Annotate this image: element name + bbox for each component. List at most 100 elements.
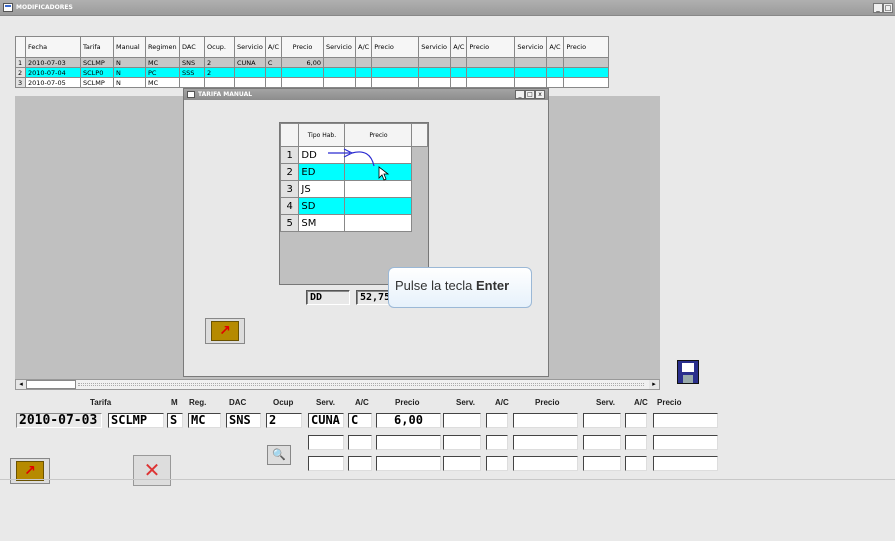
table-cell[interactable] bbox=[264, 67, 283, 78]
tipo-hab-cell[interactable]: SD bbox=[298, 197, 346, 215]
dialog-maximize-button[interactable]: □ bbox=[525, 90, 535, 99]
table-cell[interactable]: SCLMP bbox=[80, 57, 114, 68]
precio-input[interactable] bbox=[653, 456, 718, 471]
table-cell[interactable] bbox=[466, 77, 516, 88]
table-cell[interactable] bbox=[563, 67, 610, 78]
table-cell[interactable] bbox=[354, 77, 373, 88]
ac-input[interactable] bbox=[348, 456, 372, 471]
precio-input[interactable]: 6,00 bbox=[376, 413, 441, 428]
header-precio[interactable]: Precio bbox=[281, 36, 324, 58]
header-ocup[interactable]: Ocup. bbox=[204, 36, 235, 58]
ac-input[interactable]: C bbox=[348, 413, 372, 428]
dialog-close-button[interactable]: x bbox=[535, 90, 545, 99]
header-regimen[interactable]: Regimen bbox=[145, 36, 180, 58]
table-cell[interactable] bbox=[563, 77, 610, 88]
precio-input[interactable] bbox=[653, 435, 718, 450]
ac-input[interactable] bbox=[486, 413, 508, 428]
table-cell[interactable]: 2 bbox=[204, 57, 235, 68]
table-cell[interactable] bbox=[546, 57, 565, 68]
servicio-input[interactable] bbox=[308, 456, 344, 471]
table-cell[interactable]: SNS bbox=[179, 57, 205, 68]
table-cell[interactable] bbox=[450, 57, 468, 68]
table-cell[interactable] bbox=[418, 77, 452, 88]
table-cell[interactable]: 2 bbox=[204, 67, 235, 78]
regimen-input[interactable]: MC bbox=[188, 413, 221, 428]
table-cell[interactable] bbox=[514, 67, 548, 78]
table-cell[interactable] bbox=[354, 57, 373, 68]
header-servicio[interactable]: Servicio bbox=[234, 36, 266, 58]
precio-input[interactable] bbox=[513, 413, 578, 428]
servicio-input[interactable]: CUNA bbox=[308, 413, 344, 428]
header-ac[interactable]: A/C bbox=[546, 36, 565, 58]
table-cell[interactable] bbox=[546, 77, 565, 88]
maximize-button[interactable]: □ bbox=[883, 3, 893, 13]
table-row[interactable]: 3 2010-07-05 SCLMP N MC bbox=[15, 77, 610, 88]
scroll-track[interactable] bbox=[78, 383, 644, 386]
scroll-right-arrow-icon[interactable]: ▸ bbox=[649, 380, 659, 389]
dialog-exit-button[interactable]: ↗ bbox=[205, 318, 245, 344]
horizontal-scrollbar[interactable]: ◂ ▸ bbox=[15, 379, 660, 390]
room-rate-row[interactable]: 4 SD bbox=[279, 197, 428, 215]
header-tarifa[interactable]: Tarifa bbox=[80, 36, 114, 58]
table-cell[interactable] bbox=[234, 67, 266, 78]
ac-input[interactable] bbox=[625, 413, 647, 428]
table-cell[interactable]: C bbox=[264, 57, 283, 68]
table-cell[interactable] bbox=[204, 77, 235, 88]
precio-input[interactable] bbox=[513, 456, 578, 471]
manual-input[interactable]: S bbox=[167, 413, 183, 428]
table-cell[interactable] bbox=[281, 67, 324, 78]
table-cell[interactable] bbox=[371, 77, 420, 88]
scroll-thumb[interactable] bbox=[26, 380, 76, 389]
ac-input[interactable] bbox=[486, 435, 508, 450]
precio-input[interactable] bbox=[376, 456, 441, 471]
table-cell[interactable] bbox=[466, 57, 516, 68]
table-cell[interactable] bbox=[450, 67, 468, 78]
table-cell[interactable] bbox=[354, 67, 373, 78]
table-cell[interactable] bbox=[323, 77, 356, 88]
precio-input[interactable] bbox=[513, 435, 578, 450]
header-manual[interactable]: Manual bbox=[113, 36, 146, 58]
header-precio[interactable]: Precio bbox=[466, 36, 516, 58]
header-precio[interactable]: Precio bbox=[371, 36, 420, 58]
tarifa-input[interactable]: SCLMP bbox=[108, 413, 164, 428]
table-cell[interactable]: SCLMP bbox=[80, 77, 114, 88]
servicio-input[interactable] bbox=[308, 435, 344, 450]
dialog-minimize-button[interactable]: _ bbox=[515, 90, 525, 99]
table-cell[interactable] bbox=[563, 57, 610, 68]
ac-input[interactable] bbox=[625, 435, 647, 450]
table-row[interactable]: 1 2010-07-03 SCLMP N MC SNS 2 CUNA C 6,0… bbox=[15, 57, 610, 68]
servicio-input[interactable] bbox=[443, 435, 481, 450]
header-servicio[interactable]: Servicio bbox=[323, 36, 356, 58]
ac-input[interactable] bbox=[348, 435, 372, 450]
table-cell[interactable]: MC bbox=[145, 77, 180, 88]
table-cell[interactable]: 2010-07-04 bbox=[25, 67, 81, 78]
table-cell[interactable]: SCLP0 bbox=[80, 67, 114, 78]
table-cell[interactable] bbox=[546, 67, 565, 78]
header-precio[interactable]: Precio bbox=[563, 36, 610, 58]
table-cell[interactable] bbox=[371, 67, 420, 78]
table-cell[interactable] bbox=[466, 67, 516, 78]
header-ac[interactable]: A/C bbox=[354, 36, 373, 58]
table-cell[interactable]: N bbox=[113, 57, 146, 68]
ac-input[interactable] bbox=[486, 456, 508, 471]
header-servicio[interactable]: Servicio bbox=[418, 36, 452, 58]
servicio-input[interactable] bbox=[443, 413, 481, 428]
table-cell[interactable] bbox=[179, 77, 205, 88]
tipo-hab-field[interactable]: DD bbox=[306, 290, 350, 305]
table-cell[interactable]: SSS bbox=[179, 67, 205, 78]
ocup-input[interactable]: 2 bbox=[266, 413, 302, 428]
precio-input[interactable] bbox=[653, 413, 718, 428]
table-cell[interactable] bbox=[323, 67, 356, 78]
table-cell[interactable]: CUNA bbox=[234, 57, 266, 68]
header-servicio[interactable]: Servicio bbox=[514, 36, 548, 58]
room-rate-row[interactable]: 5 SM bbox=[279, 214, 428, 232]
table-cell[interactable]: 6,00 bbox=[281, 57, 324, 68]
precio-field[interactable]: 52,75 bbox=[356, 290, 390, 305]
minimize-button[interactable]: _ bbox=[873, 3, 883, 13]
scroll-left-arrow-icon[interactable]: ◂ bbox=[16, 380, 26, 389]
ac-input[interactable] bbox=[625, 456, 647, 471]
servicio-input[interactable] bbox=[583, 435, 621, 450]
precio-cell[interactable] bbox=[344, 197, 413, 215]
table-cell[interactable]: N bbox=[113, 77, 146, 88]
header-dac[interactable]: DAC bbox=[179, 36, 205, 58]
